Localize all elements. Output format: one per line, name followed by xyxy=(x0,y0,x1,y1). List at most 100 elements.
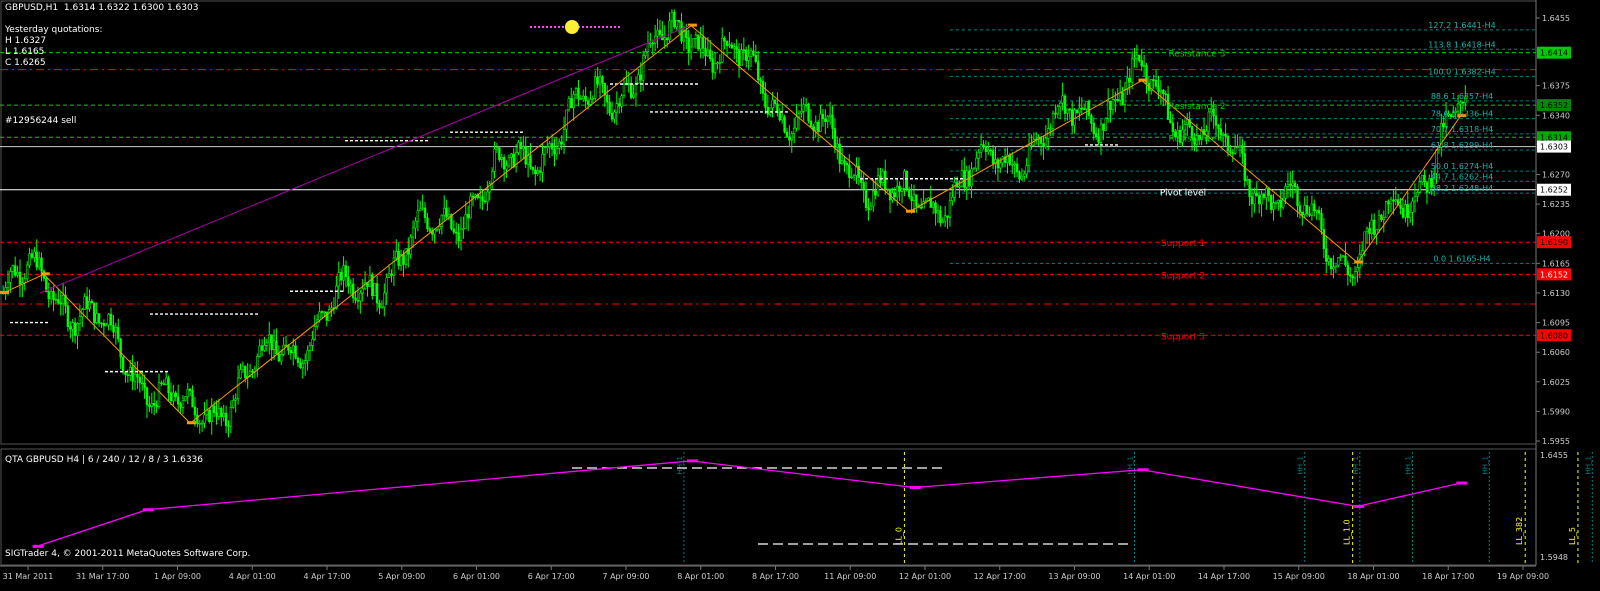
candle-body xyxy=(1183,124,1187,131)
candle-body xyxy=(694,34,698,39)
candle-body xyxy=(409,236,412,255)
candle-body xyxy=(905,170,909,190)
candle-body xyxy=(1310,203,1314,216)
candle-body xyxy=(972,167,976,170)
candle-body xyxy=(1030,144,1033,147)
candle-body xyxy=(220,407,223,417)
candle-body xyxy=(141,382,144,385)
candle-body xyxy=(836,143,839,148)
time-tick-label: 15 Apr 09:00 xyxy=(1273,572,1325,581)
candle-body xyxy=(1229,150,1232,153)
candle-body xyxy=(330,307,333,310)
candle-body xyxy=(466,213,470,219)
candle-body xyxy=(1344,255,1347,266)
candle-body xyxy=(922,201,925,209)
candle-body xyxy=(617,103,621,107)
candle-body xyxy=(294,345,297,359)
candle-body xyxy=(1296,186,1299,207)
candle-body xyxy=(416,210,420,222)
candle-body xyxy=(634,82,638,95)
candle-body xyxy=(884,170,887,190)
candle-body xyxy=(423,207,427,219)
candle-body xyxy=(296,358,300,363)
candle-body xyxy=(833,128,837,148)
candle-body xyxy=(1123,89,1127,105)
candle-body xyxy=(244,365,247,378)
candle-body xyxy=(598,76,602,85)
candle-body xyxy=(886,188,889,191)
candle-body xyxy=(953,182,956,198)
candle-body xyxy=(59,302,62,305)
candle-body xyxy=(1334,264,1338,268)
candle-body xyxy=(943,215,947,222)
candle-body xyxy=(1087,101,1091,116)
price-tag-label: 1.6414 xyxy=(1540,49,1568,58)
candle-body xyxy=(740,49,743,67)
price-axis: 1.64551.63751.63401.62701.62351.62001.61… xyxy=(1535,0,1571,565)
candle-body xyxy=(313,326,316,340)
candle-body xyxy=(150,402,154,408)
candle-body xyxy=(742,49,746,52)
candle-body xyxy=(728,44,731,47)
candle-body xyxy=(11,265,14,272)
price-tag-label: 1.6152 xyxy=(1540,270,1568,279)
candle-body xyxy=(1341,255,1345,258)
candle-body xyxy=(33,251,36,258)
candle-body xyxy=(1349,274,1352,277)
candle-body xyxy=(208,410,211,423)
candle-body xyxy=(390,273,393,276)
candle-body xyxy=(455,231,458,234)
candle-body xyxy=(685,30,688,39)
candle-body xyxy=(1051,112,1055,129)
candle-body xyxy=(1399,204,1402,209)
candle-body xyxy=(519,142,523,150)
candle-body xyxy=(749,50,753,57)
candle-body xyxy=(1085,101,1088,110)
candle-body xyxy=(814,121,817,131)
candle-body xyxy=(164,377,168,385)
candle-body xyxy=(1135,54,1139,59)
candle-body xyxy=(816,121,820,133)
candle-body xyxy=(88,300,91,310)
chart-window[interactable]: Resistance 3 Resistance 2 Resistance 1 Pivo… xyxy=(0,0,1600,591)
price-tick-label: 1.6060 xyxy=(1542,348,1570,357)
candle-body xyxy=(536,170,539,175)
candle-body xyxy=(987,149,990,152)
candle-body xyxy=(6,282,10,288)
price-chart[interactable]: Resistance 3 Resistance 2 Resistance 1 Pivo… xyxy=(0,0,1600,591)
candle-body xyxy=(236,377,240,399)
candle-body xyxy=(934,202,937,214)
candle-body xyxy=(713,63,717,73)
candle-body xyxy=(1214,115,1218,126)
fib-label: 38.2 1.6248-H4 xyxy=(1431,184,1493,193)
candle-body xyxy=(570,98,573,109)
candle-body xyxy=(1241,145,1244,154)
candle-body xyxy=(375,283,379,304)
price-tag-label: 1.6252 xyxy=(1540,186,1568,195)
candle-body xyxy=(840,160,844,165)
candle-body xyxy=(217,407,221,417)
candle-body xyxy=(1284,185,1287,199)
time-tick-label: 13 Apr 09:00 xyxy=(1048,572,1100,581)
candle-body xyxy=(505,165,508,170)
candle-body xyxy=(167,377,170,393)
candle-body xyxy=(1130,58,1134,83)
candle-body xyxy=(826,116,829,122)
candle-body xyxy=(838,143,841,165)
candle-body xyxy=(227,425,230,427)
candle-body xyxy=(308,344,312,351)
candle-body xyxy=(172,392,175,402)
candle-body xyxy=(1001,156,1004,164)
yesterday-title: Yesterday quotations: xyxy=(5,25,103,35)
candle-body xyxy=(131,366,134,382)
candle-body xyxy=(37,257,41,268)
candle-body xyxy=(121,356,125,373)
order-label[interactable]: #12956244 sell xyxy=(5,116,76,127)
price-tick-label: 1.5955 xyxy=(1542,437,1570,446)
fib-label: 100.0 1.6382-H4 xyxy=(1428,67,1495,76)
candle-body xyxy=(395,251,398,259)
candle-body xyxy=(1013,163,1016,166)
candle-body xyxy=(181,400,185,408)
candle-body xyxy=(629,84,633,98)
qta-point xyxy=(686,459,698,463)
